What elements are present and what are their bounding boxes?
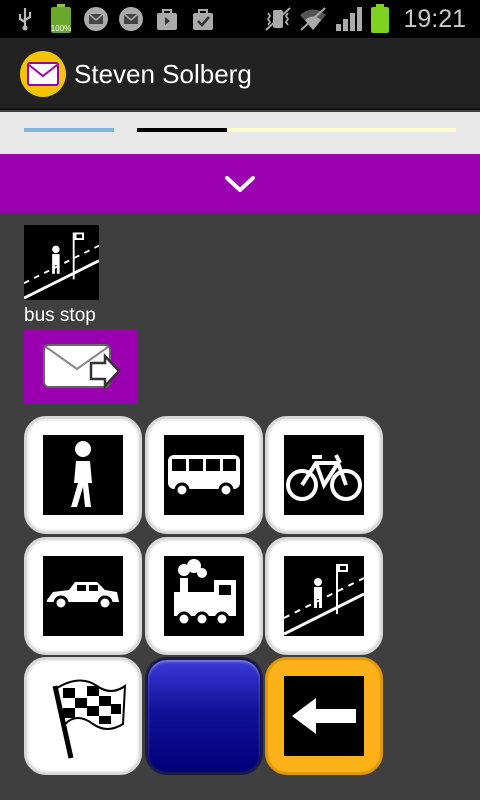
- back-arrow-icon: [292, 698, 356, 734]
- send-mail-icon: [42, 344, 121, 390]
- train-icon: [174, 559, 236, 627]
- bus-stop-icon: [284, 564, 364, 636]
- usb-icon: [18, 8, 32, 31]
- strip-thumbnail: [137, 128, 227, 132]
- walking-person-icon: [71, 441, 92, 507]
- strip-thumbnail: [24, 128, 114, 132]
- app-bar: Steven Solberg: [0, 38, 480, 110]
- bus-icon: [168, 455, 240, 498]
- bus-stop-icon[interactable]: [23, 225, 100, 300]
- battery-percent-label: 100%: [50, 24, 72, 33]
- bus-stop-tile[interactable]: [265, 537, 383, 655]
- car-tile[interactable]: [24, 537, 142, 655]
- finish-flag-tile[interactable]: [24, 657, 142, 775]
- envelope-icon: [27, 62, 59, 86]
- bicycle-icon: [286, 454, 362, 501]
- car-icon: [47, 582, 119, 611]
- mail-icon: [84, 7, 108, 31]
- page-title: Steven Solberg: [74, 59, 252, 89]
- blank-blue-button[interactable]: [145, 657, 263, 775]
- vibrate-icon: [265, 7, 291, 31]
- wifi-icon: [300, 7, 326, 31]
- selected-symbol-label: bus stop: [24, 305, 96, 326]
- back-button[interactable]: [265, 657, 383, 775]
- battery-icon: 100%: [48, 4, 74, 34]
- battery-icon: [369, 4, 391, 34]
- mail-icon: [119, 7, 143, 31]
- train-tile[interactable]: [145, 537, 263, 655]
- clock: 19:21: [403, 5, 466, 33]
- signal-icon: [336, 7, 362, 31]
- walk-tile[interactable]: [24, 416, 142, 534]
- bag-check-icon: [193, 9, 213, 30]
- bicycle-tile[interactable]: [265, 416, 383, 534]
- strip-fill: [227, 128, 456, 132]
- checkered-flag-icon: [52, 679, 127, 759]
- bus-tile[interactable]: [145, 416, 263, 534]
- status-bar: 100% 19:21: [0, 0, 480, 38]
- send-button[interactable]: [24, 330, 137, 404]
- expand-bar[interactable]: [0, 154, 480, 213]
- chevron-down-icon: [225, 175, 255, 192]
- message-strip: [0, 112, 480, 154]
- bag-icon: [157, 9, 177, 30]
- mail-icon[interactable]: [20, 51, 66, 97]
